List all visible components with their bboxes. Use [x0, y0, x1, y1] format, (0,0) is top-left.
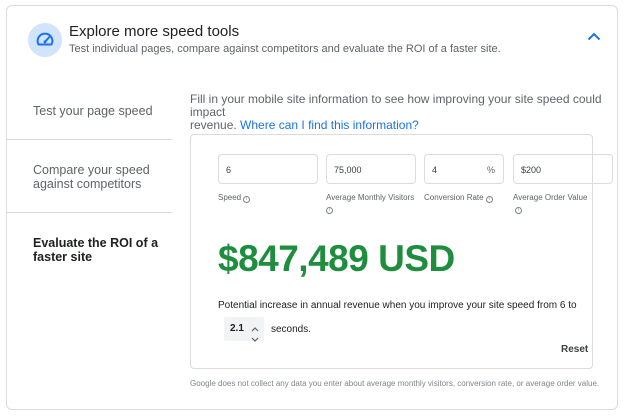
sidebar-item-compare-speed[interactable]: Compare your speed against competitors [7, 163, 173, 191]
speed-tools-title: Explore more speed tools [69, 23, 240, 40]
info-icon[interactable]: i [515, 207, 522, 214]
sidebar-divider [7, 139, 173, 140]
conversion-label-text: Conversion Rate [424, 193, 484, 202]
order-value-field[interactable]: $200 [513, 154, 613, 184]
visitors-label-text: Average Monthly Visitors [326, 193, 415, 202]
conversion-rate-field[interactable]: 4 % [424, 154, 504, 184]
result-description: Potential increase in annual revenue whe… [218, 300, 577, 311]
sidebar-item-evaluate-roi[interactable]: Evaluate the ROI of a faster site [7, 236, 173, 264]
speed-tools-card: Explore more speed tools Test individual… [6, 5, 618, 410]
chevron-down-icon[interactable] [250, 331, 260, 342]
revenue-result: $847,489 USD [218, 238, 455, 279]
sidebar-divider [7, 212, 173, 213]
roi-intro-text: Fill in your mobile site information to … [190, 93, 610, 132]
intro-line: Fill in your mobile site information to … [190, 92, 602, 119]
chevron-up-icon[interactable] [585, 28, 603, 46]
find-info-link[interactable]: Where can I find this information? [240, 118, 419, 132]
conversion-value: 4 [432, 165, 438, 175]
sidebar-item-test-page-speed[interactable]: Test your page speed [7, 104, 173, 118]
target-seconds-stepper[interactable]: 2.1 [224, 317, 264, 342]
order-value-label-text: Average Order Value [513, 193, 588, 202]
monthly-visitors-field[interactable]: 75,000 [326, 154, 416, 184]
reset-button[interactable]: Reset [561, 344, 588, 355]
sidebar-item-label: Evaluate the ROI of a [33, 236, 159, 250]
info-icon[interactable]: i [485, 196, 493, 203]
speedometer-icon [28, 23, 62, 57]
sidebar-item-label: Compare your speed [33, 163, 150, 177]
roi-calculator-panel: 6 75,000 4 % $200 Speed i Average Monthly… [190, 134, 613, 369]
speed-label-text: Speed [218, 193, 242, 202]
speed-tools-header[interactable]: Explore more speed tools Test individual… [7, 6, 617, 72]
sidebar-item-label: against competitors [33, 177, 142, 191]
privacy-disclaimer: Google does not collect any data you ent… [190, 379, 600, 388]
speed-field[interactable]: 6 [218, 154, 318, 184]
chevron-up-icon[interactable] [250, 320, 260, 332]
target-seconds-value: 2.1 [230, 323, 244, 334]
speed-label: Speed i [218, 192, 251, 203]
order-value-label: Average Order Value i [513, 192, 592, 214]
conversion-label: Conversion Rate i [424, 192, 493, 203]
sidebar-item-label: Test your page speed [33, 104, 153, 118]
info-icon[interactable]: i [326, 207, 333, 214]
sidebar-item-label: faster site [33, 250, 93, 264]
speed-tools-subtitle: Test individual pages, compare against c… [69, 43, 501, 55]
speed-value: 6 [226, 165, 232, 175]
percent-unit: % [486, 165, 495, 175]
seconds-label: seconds. [271, 324, 312, 335]
info-icon[interactable]: i [243, 196, 251, 203]
order-value: $200 [521, 165, 542, 175]
intro-line: revenue. [190, 118, 237, 132]
visitors-value: 75,000 [334, 165, 362, 175]
visitors-label: Average Monthly Visitors i [326, 192, 414, 214]
